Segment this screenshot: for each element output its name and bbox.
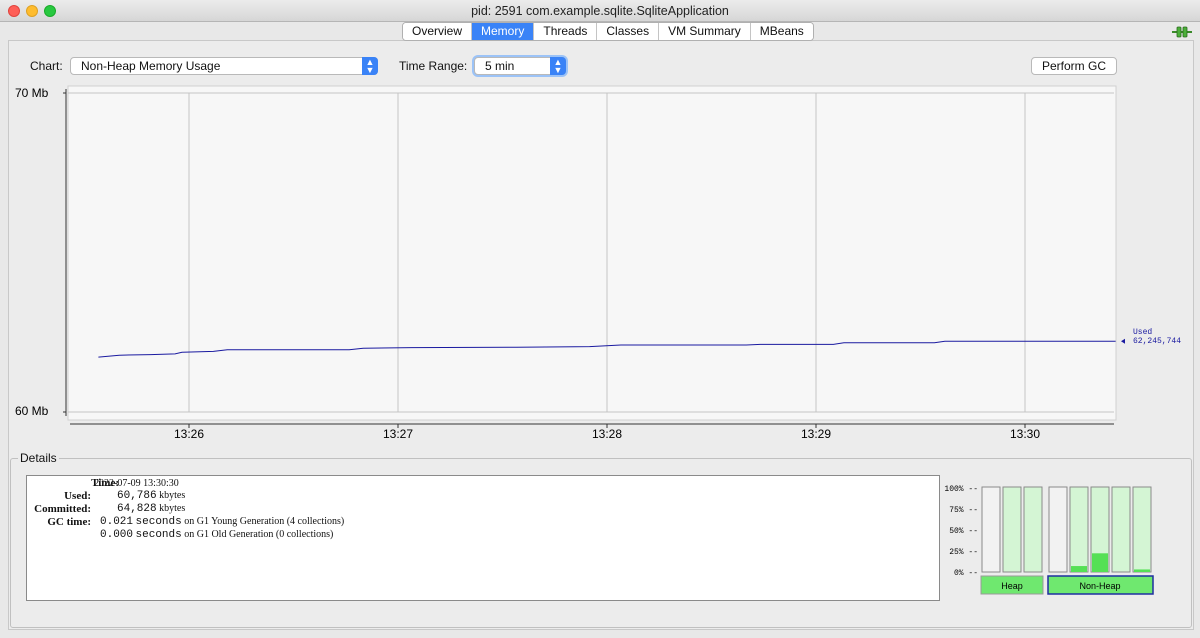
used-value-row: 60,786 kbytes (117, 490, 185, 502)
gc-young-value: 0.021 (100, 516, 134, 528)
used-series-value: 62,245,744 (1133, 337, 1181, 346)
x-tick-label: 13:27 (383, 427, 413, 441)
gc-young-unit: seconds (135, 516, 182, 528)
heap-pool-label: Heap (1001, 581, 1023, 591)
y-max-label: 70 Mb (15, 86, 49, 100)
used-label: Used: (64, 490, 91, 502)
time-value: 2022-07-09 13:30:30 (94, 478, 179, 489)
committed-value-row: 64,828 kbytes (117, 503, 185, 515)
x-ticks: 13:26 13:27 13:28 13:29 13:30 (174, 424, 1040, 441)
x-tick-label: 13:30 (1010, 427, 1040, 441)
heap-pool-bar[interactable] (981, 486, 1001, 573)
gc-old-row: 0.000 seconds on G1 Old Generation (0 co… (100, 529, 333, 541)
gc-old-value: 0.000 (100, 529, 134, 541)
used-row: Used: (27, 490, 91, 503)
x-tick-label: 13:29 (801, 427, 831, 441)
nonheap-pool-bar[interactable] (1132, 486, 1152, 573)
heap-pool-bars (981, 486, 1043, 573)
nonheap-pool-bar-fill (1071, 566, 1087, 572)
memory-chart: 70 Mb 60 Mb 13:26 13:27 13:28 13:29 13:30 Us… (15, 85, 1181, 441)
plot-area (67, 85, 1117, 421)
nonheap-pool-bar-fill (1092, 553, 1108, 572)
committed-value: 64,828 (117, 503, 157, 515)
details-box: Time: 2022-07-09 13:30:30 Used: 60,786 k… (26, 475, 940, 601)
gc-row: GC time: (27, 516, 91, 529)
used-value-marker (1121, 338, 1125, 344)
percent-label: 50% -- (949, 527, 978, 536)
gc-young-text: on G1 Young Generation (4 collections) (184, 516, 345, 527)
used-value: 60,786 (117, 490, 157, 502)
nonheap-pool-bars (1048, 486, 1152, 573)
memory-pool-bars: 100% -- 75% -- 50% -- 25% -- 0% -- Heap Non-… (944, 485, 1154, 595)
nonheap-pool-bar-fill (1134, 569, 1150, 572)
heap-pool-bar[interactable] (1002, 486, 1022, 573)
committed-label: Committed: (34, 503, 91, 515)
nonheap-pool-bar[interactable] (1111, 486, 1131, 573)
gc-old-text: on G1 Old Generation (0 collections) (184, 529, 334, 540)
gc-young-row: 0.021 seconds on G1 Young Generation (4 … (100, 516, 344, 528)
committed-row: Committed: (27, 503, 91, 516)
gc-old-unit: seconds (135, 529, 182, 541)
used-unit: kbytes (159, 490, 186, 501)
x-tick-label: 13:26 (174, 427, 204, 441)
percent-label: 25% -- (949, 548, 978, 557)
nonheap-pool-bar[interactable] (1069, 486, 1089, 573)
heap-pool-bar[interactable] (1023, 486, 1043, 573)
x-tick-label: 13:28 (592, 427, 622, 441)
percent-label: 0% -- (954, 569, 978, 578)
percent-labels: 100% -- 75% -- 50% -- 25% -- 0% -- (944, 485, 978, 578)
committed-unit: kbytes (159, 503, 186, 514)
y-min-label: 60 Mb (15, 404, 49, 418)
used-series-name: Used (1133, 328, 1152, 337)
nonheap-pool-bar[interactable] (1048, 486, 1068, 573)
gc-time-label: GC time: (47, 516, 91, 528)
nonheap-pool-label: Non-Heap (1079, 581, 1120, 591)
details-legend: Details (18, 451, 59, 465)
percent-label: 75% -- (949, 506, 978, 515)
percent-label: 100% -- (944, 485, 978, 494)
